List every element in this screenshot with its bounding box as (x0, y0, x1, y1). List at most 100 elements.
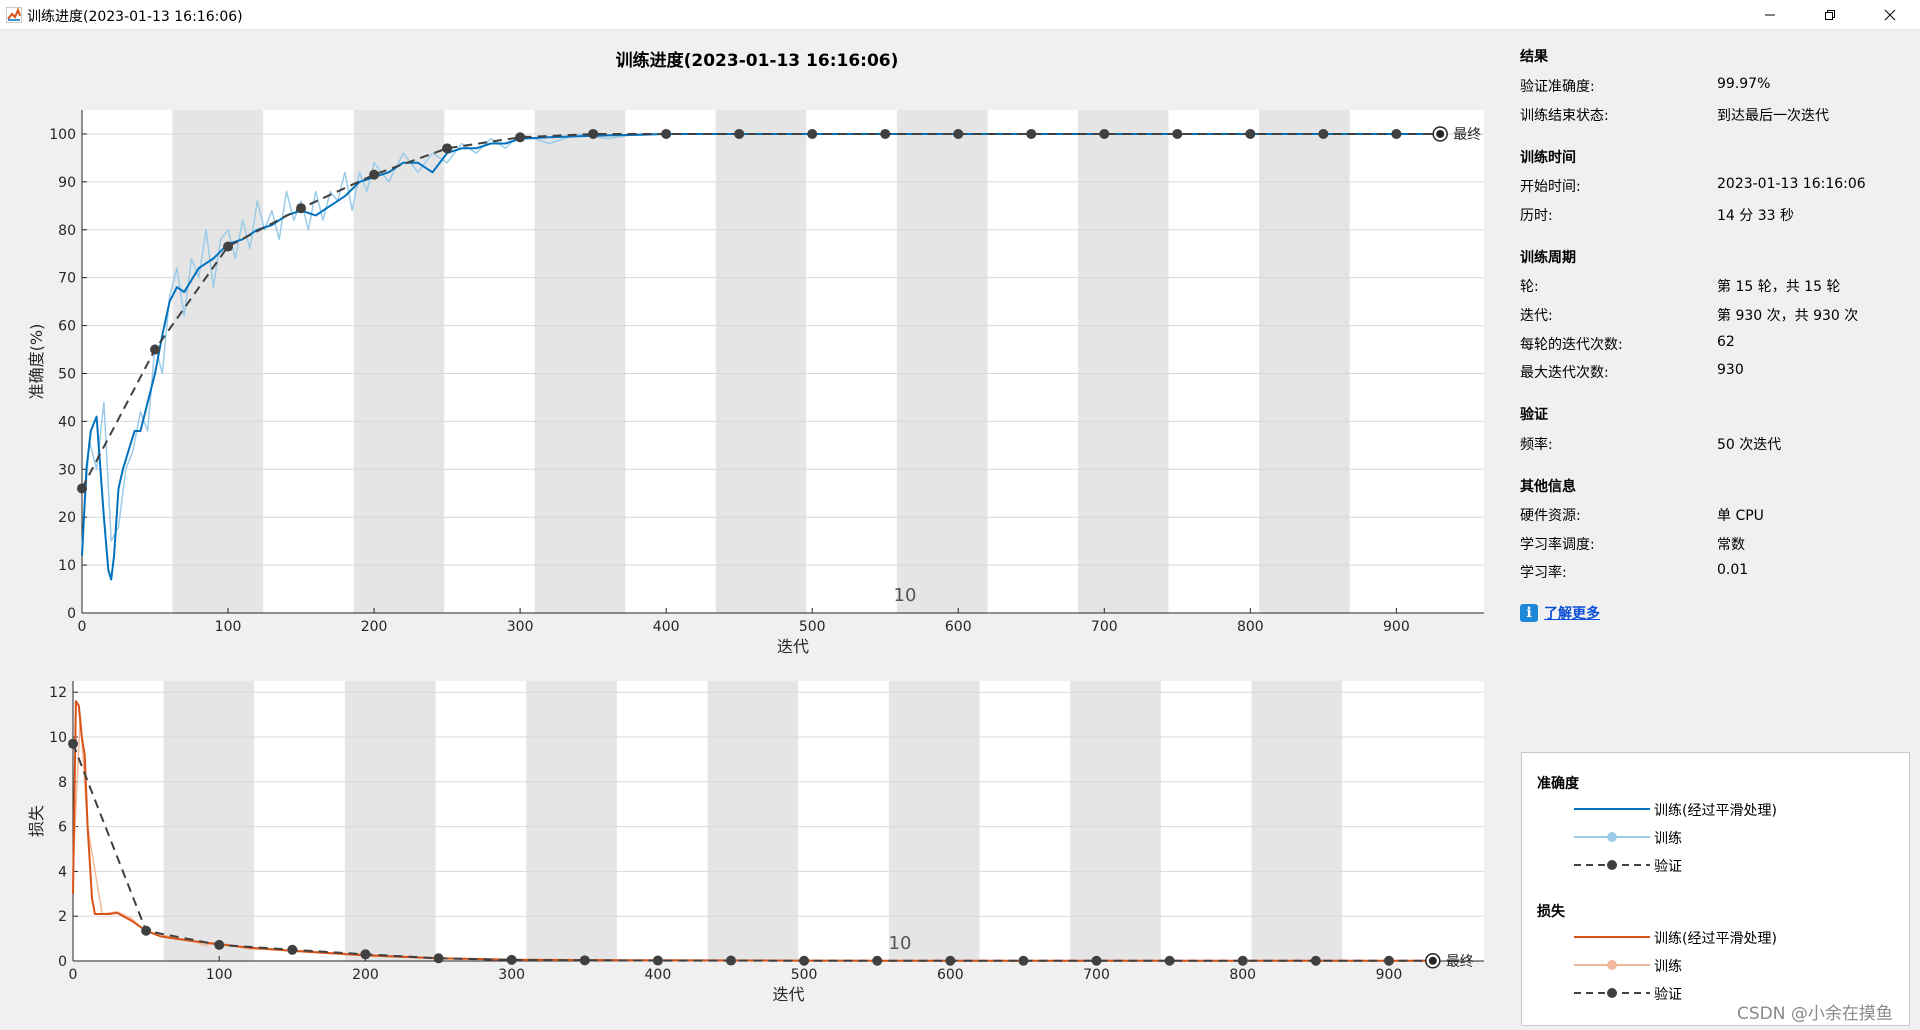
loss-y-tick-label: 4 (58, 864, 67, 880)
loss-epoch-band (707, 681, 799, 961)
loss-validation-point (799, 955, 810, 966)
loss-epoch-band (344, 681, 436, 961)
iterations-per-epoch-label: 每轮的迭代次数: (1520, 337, 1623, 353)
legend-accuracy-smoothed-label: 训练(经过平滑处理) (1654, 803, 1777, 819)
accuracy-validation-point (953, 128, 964, 139)
lr-schedule-value: 常数 (1717, 537, 1745, 553)
accuracy-epoch-band (353, 110, 445, 613)
learning-rate-value: 0.01 (1717, 562, 1749, 578)
epoch-value: 第 15 轮，共 15 轮 (1717, 279, 1841, 295)
accuracy-y-axis-label: 准确度(%) (27, 324, 46, 400)
iterations-per-epoch-value: 62 (1717, 334, 1735, 350)
other-info-title: 其他信息 (1520, 479, 1576, 495)
window-titlebar: 训练进度(2023-01-13 16:16:06) (0, 0, 1920, 30)
iteration-value: 第 930 次，共 930 次 (1717, 308, 1859, 324)
accuracy-validation-point (1172, 128, 1183, 139)
legend-line-loss-smoothed (1574, 936, 1650, 938)
loss-y-tick-label: 6 (58, 820, 67, 836)
loss-epoch-band (163, 681, 255, 961)
accuracy-final-label: 最终 (1453, 127, 1481, 143)
accuracy-epoch-band (172, 110, 264, 613)
legend-line-accuracy-smoothed (1574, 808, 1650, 810)
loss-y-axis-label: 损失 (27, 805, 46, 837)
accuracy-epoch-band (1078, 110, 1169, 613)
accuracy-validation-point (661, 128, 672, 139)
elapsed-value: 14 分 33 秒 (1717, 208, 1794, 224)
restore-icon (1825, 9, 1835, 20)
legend-line-accuracy-training (1574, 832, 1650, 842)
training-progress-figure: 0 100 200 300 400 500 600 700 800 900010203040506… (27, 50, 1484, 1004)
loss-validation-point (68, 738, 78, 749)
loss-y-tick-label: 8 (58, 775, 67, 791)
legend-loss-training-label: 训练 (1654, 959, 1682, 975)
loss-x-tick-label: 500 (791, 967, 818, 983)
loss-validation-point (652, 955, 663, 966)
legend-loss-smoothed-label: 训练(经过平滑处理) (1654, 931, 1777, 947)
loss-validation-point (579, 955, 590, 966)
close-button[interactable] (1860, 0, 1920, 29)
frequency-label: 频率: (1520, 437, 1553, 453)
loss-validation-point (1310, 955, 1321, 966)
legend-accuracy-smoothed: 训练(经过平滑处理) (1572, 799, 1902, 819)
accuracy-y-tick-label: 10 (58, 558, 76, 574)
loss-validation-point (1091, 955, 1102, 966)
loss-epoch-band (1251, 681, 1343, 961)
training-cycle-title: 训练周期 (1520, 250, 1576, 266)
accuracy-validation-point (880, 128, 891, 139)
end-state-value: 到达最后一次迭代 (1717, 108, 1829, 124)
loss-epoch-band (526, 681, 617, 961)
accuracy-epoch-band (1259, 110, 1350, 613)
epoch-label: 轮: (1520, 279, 1539, 295)
loss-validation-point (1018, 955, 1029, 966)
accuracy-validation-point (296, 203, 307, 214)
loss-x-axis-label: 迭代 (772, 985, 804, 1004)
accuracy-validation-point (369, 169, 380, 180)
loss-validation-point (1237, 955, 1248, 966)
loss-validation-point (506, 954, 517, 965)
accuracy-final-marker-dot (1436, 129, 1445, 138)
loss-x-tick-label: 800 (1229, 967, 1256, 983)
training-time-title: 训练时间 (1520, 150, 1576, 166)
accuracy-x-tick-label: 400 (653, 619, 680, 635)
accuracy-validation-point (1026, 128, 1037, 139)
accuracy-x-tick-label: 900 (1383, 619, 1410, 635)
legend-accuracy-validation-label: 验证 (1654, 859, 1682, 875)
accuracy-x-tick-label: 300 (507, 619, 534, 635)
accuracy-epoch-band (715, 110, 807, 613)
accuracy-y-tick-label: 70 (58, 271, 76, 287)
restore-button[interactable] (1800, 0, 1860, 29)
accuracy-x-tick-label: 200 (361, 619, 388, 635)
window-title: 训练进度(2023-01-13 16:16:06) (27, 9, 243, 25)
accuracy-y-tick-label: 40 (58, 414, 76, 430)
accuracy-validation-point (150, 344, 161, 355)
loss-x-tick-label: 100 (206, 967, 233, 983)
accuracy-validation-point (77, 483, 87, 494)
lr-schedule-label: 学习率调度: (1520, 537, 1595, 553)
accuracy-chart-title: 训练进度(2023-01-13 16:16:06) (616, 50, 899, 71)
accuracy-y-tick-label: 80 (58, 223, 76, 239)
learn-more[interactable]: i 了解更多 (1520, 603, 1600, 623)
loss-y-tick-label: 0 (58, 954, 67, 970)
validation-accuracy-value: 99.97% (1717, 76, 1771, 92)
loss-y-tick-label: 12 (49, 685, 67, 701)
iteration-label: 迭代: (1520, 308, 1553, 324)
accuracy-validation-point (442, 143, 453, 154)
validation-title: 验证 (1520, 407, 1548, 423)
legend-accuracy-title: 准确度 (1537, 776, 1579, 792)
legend-loss-training: 训练 (1572, 955, 1902, 975)
legend-line-accuracy-validation (1574, 860, 1650, 870)
loss-x-tick-label: 0 (69, 967, 78, 983)
learn-more-link[interactable]: 了解更多 (1544, 603, 1600, 623)
loss-x-tick-label: 400 (645, 967, 672, 983)
loss-validation-point (1383, 955, 1394, 966)
accuracy-validation-point (1318, 128, 1329, 139)
accuracy-y-tick-label: 100 (49, 127, 76, 143)
accuracy-y-tick-label: 20 (58, 510, 76, 526)
loss-x-tick-label: 300 (498, 967, 525, 983)
loss-validation-point (433, 953, 444, 964)
accuracy-validation-point (515, 132, 526, 143)
close-icon (1884, 9, 1896, 20)
minimize-button[interactable] (1740, 0, 1800, 29)
max-iterations-value: 930 (1717, 362, 1744, 378)
accuracy-y-tick-label: 50 (58, 366, 76, 382)
